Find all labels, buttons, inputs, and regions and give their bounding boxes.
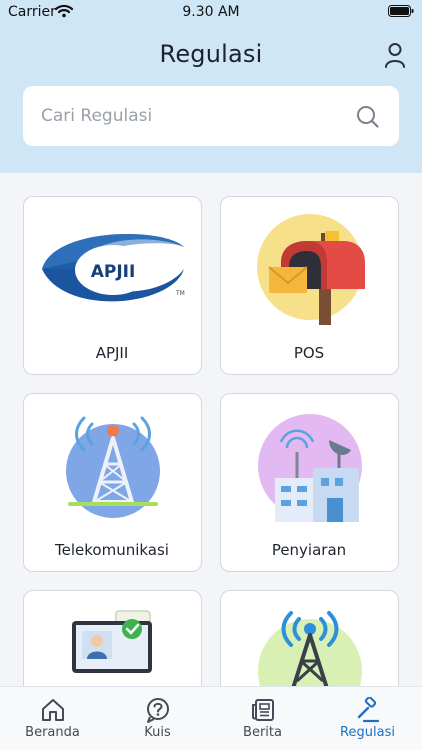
card-apjii[interactable]: APJII TM APJII	[23, 196, 202, 375]
apjii-logo-text: APJII	[91, 262, 136, 282]
card-penyiaran-label: Penyiaran	[271, 541, 347, 559]
profile-icon[interactable]	[384, 42, 406, 68]
apjii-trademark-mark: TM	[175, 290, 185, 297]
card-penyiaran[interactable]: Penyiaran	[220, 393, 399, 572]
newspaper-icon	[252, 699, 274, 721]
search-input[interactable]	[23, 86, 399, 146]
nav-kuis-label: Kuis	[144, 725, 171, 740]
battery-icon	[388, 5, 414, 17]
card-computer-verified[interactable]	[23, 590, 202, 686]
apjii-logo: APJII TM	[42, 234, 185, 302]
mailbox-icon	[257, 214, 365, 325]
regulation-grid: APJII TM APJII POS Telekomunikasi Penyia…	[0, 173, 422, 686]
card-signal-tower[interactable]	[220, 590, 399, 686]
nav-regulasi-label: Regulasi	[340, 725, 395, 740]
card-pos[interactable]: POS	[220, 196, 399, 375]
computer-verified-icon	[72, 610, 152, 673]
nav-berita-label: Berita	[243, 725, 282, 740]
nav-kuis[interactable]: Kuis	[105, 687, 210, 750]
signal-tower-icon	[258, 611, 362, 686]
nav-berita[interactable]: Berita	[210, 687, 315, 750]
nav-beranda[interactable]: Beranda	[0, 687, 105, 750]
status-bar: Carrier 9.30 AM	[0, 0, 422, 26]
transmission-tower-icon	[66, 416, 160, 518]
home-icon	[42, 699, 64, 721]
nav-beranda-label: Beranda	[25, 725, 80, 740]
nav-regulasi[interactable]: Regulasi	[315, 687, 420, 750]
search-icon[interactable]	[356, 105, 379, 128]
question-circle-icon	[147, 698, 169, 723]
card-apjii-label: APJII	[95, 344, 129, 362]
broadcast-building-icon	[258, 414, 362, 522]
card-telekomunikasi-label: Telekomunikasi	[55, 541, 169, 559]
bottom-nav: Beranda Kuis Berita Regulasi	[0, 686, 422, 750]
card-pos-label: POS	[293, 344, 325, 362]
status-time: 9.30 AM	[182, 4, 240, 20]
gavel-icon	[357, 697, 380, 723]
card-telekomunikasi[interactable]: Telekomunikasi	[23, 393, 202, 572]
page-title: Regulasi	[159, 40, 263, 68]
